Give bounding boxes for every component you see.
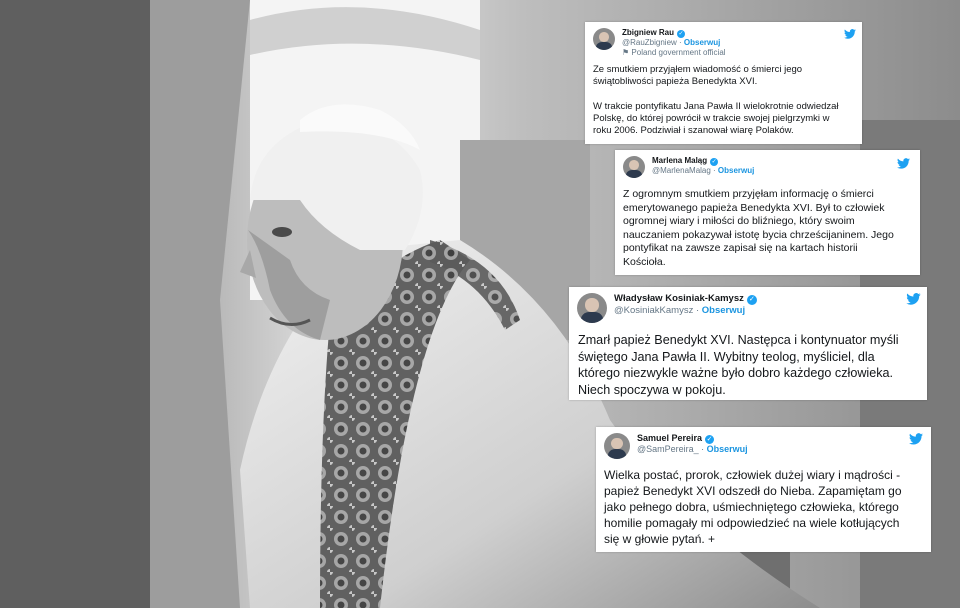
author-name[interactable]: Samuel Pereira (637, 433, 702, 444)
avatar[interactable] (623, 156, 645, 178)
tweet-text: Ze smutkiem przyjąłem wiadomość o śmierc… (593, 64, 839, 137)
author-handle[interactable]: @RauZbigniew (622, 38, 677, 47)
tweet-header: Władysław Kosiniak-Kamysz ✓ @KosiniakKamy… (577, 293, 757, 323)
author-name[interactable]: Zbigniew Rau (622, 28, 674, 38)
tweet-malag: Marlena Maląg ✓ @MarlenaMalag · Obserwuj … (615, 150, 920, 275)
tweet-kosiniak-kamysz: Władysław Kosiniak-Kamysz ✓ @KosiniakKamy… (569, 287, 927, 400)
tweet-header: Samuel Pereira ✓ @SamPereira_ · Obserwuj (604, 433, 748, 459)
twitter-bird-icon[interactable] (906, 292, 921, 310)
verified-badge-icon: ✓ (705, 435, 715, 444)
verified-badge-icon: ✓ (677, 30, 685, 38)
author-handle[interactable]: @SamPereira_ (637, 444, 699, 454)
verified-badge-icon: ✓ (710, 158, 719, 166)
follow-link[interactable]: Obserwuj (702, 305, 745, 316)
follow-link[interactable]: Obserwuj (707, 444, 748, 454)
author-handle[interactable]: @KosiniakKamysz (614, 305, 693, 316)
follow-link[interactable]: Obserwuj (718, 166, 754, 175)
tweet-text: Zmarł papież Benedykt XVI. Następca i ko… (578, 333, 899, 397)
tweet-rau: Zbigniew Rau ✓ @RauZbigniew · Obserwuj ⚑ … (585, 22, 862, 144)
twitter-bird-icon[interactable] (909, 432, 923, 450)
avatar[interactable] (593, 28, 615, 50)
tweet-header: Zbigniew Rau ✓ @RauZbigniew · Obserwuj ⚑ … (593, 28, 726, 58)
avatar[interactable] (604, 433, 630, 459)
follow-link[interactable]: Obserwuj (684, 38, 720, 47)
tweet-header: Marlena Maląg ✓ @MarlenaMalag · Obserwuj (623, 156, 754, 178)
author-name[interactable]: Władysław Kosiniak-Kamysz (614, 293, 744, 305)
author-name[interactable]: Marlena Maląg (652, 156, 707, 166)
author-handle[interactable]: @MarlenaMalag (652, 166, 711, 175)
verified-badge-icon: ✓ (746, 295, 757, 305)
tweet-pereira: Samuel Pereira ✓ @SamPereira_ · Obserwuj … (596, 427, 931, 552)
flag-icon: ⚑ (622, 48, 632, 57)
tweet-text: Z ogromnym smutkiem przyjęłam informację… (623, 188, 894, 268)
twitter-bird-icon[interactable] (897, 156, 910, 174)
government-label: ⚑ Poland government official (622, 48, 726, 57)
avatar[interactable] (577, 293, 607, 323)
tweet-text: Wielka postać, prorok, człowiek dużej wi… (604, 468, 902, 546)
twitter-bird-icon[interactable] (844, 26, 856, 44)
